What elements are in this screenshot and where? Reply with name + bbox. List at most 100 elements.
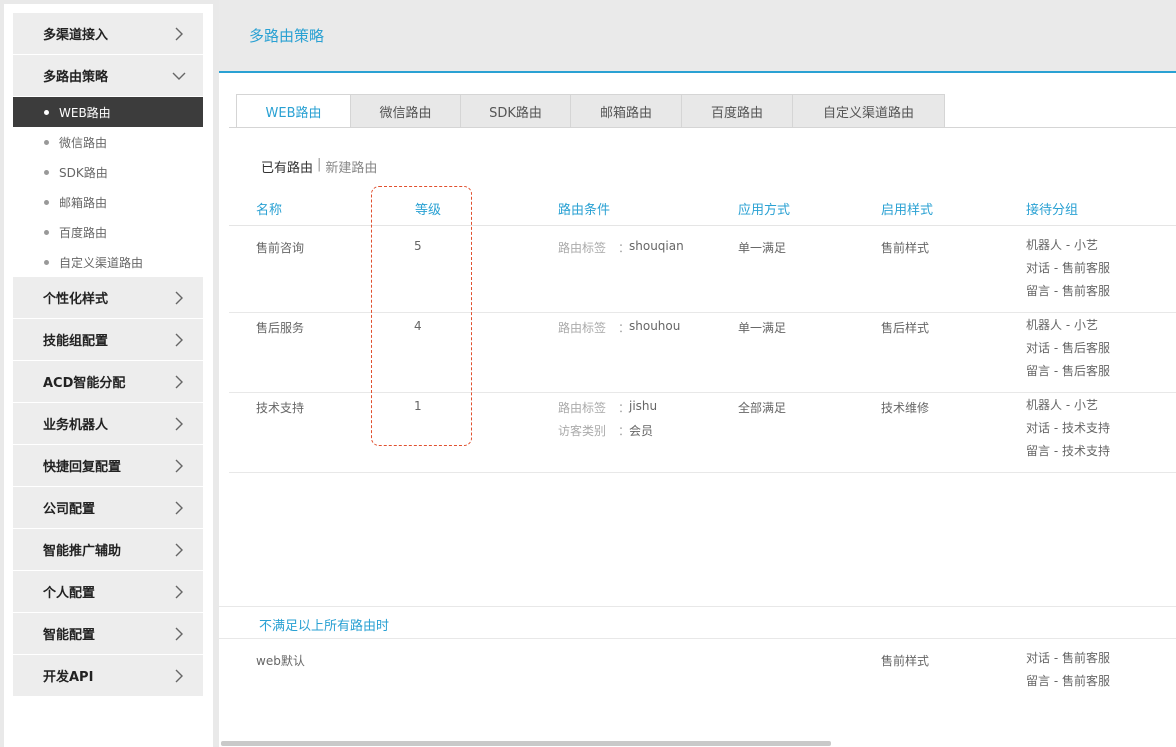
subnav-separator: | xyxy=(317,157,322,172)
group-entry: 留言 - 售后客服 xyxy=(1026,364,1110,378)
route-style: 售前样式 xyxy=(881,654,930,668)
sidebar-item-custom-route[interactable]: 自定义渠道路由 xyxy=(13,247,203,277)
sidebar-group-smart[interactable]: 智能配置 xyxy=(13,613,203,655)
subnav-existing-routes[interactable]: 已有路由 xyxy=(261,157,313,176)
group-entry: 机器人 - 小艺 xyxy=(1026,318,1098,332)
route-subnav: 已有路由 | 新建路由 xyxy=(261,157,377,176)
bullet-icon xyxy=(44,259,49,265)
chevron-right-icon xyxy=(175,375,183,389)
tabs-divider xyxy=(229,127,1176,128)
chevron-down-icon xyxy=(172,72,186,80)
fallback-title: 不满足以上所有路由时 xyxy=(259,619,390,634)
fallback-row[interactable]: web默认 售前样式 对话 - 售前客服 留言 - 售前客服 xyxy=(229,640,1176,720)
route-apply-mode: 全部满足 xyxy=(738,401,787,415)
sidebar-group-skill[interactable]: 技能组配置 xyxy=(13,319,203,361)
sidebar-item-sdk-route[interactable]: SDK路由 xyxy=(13,157,203,187)
sidebar-group-label: 智能推广辅助 xyxy=(43,544,122,559)
sidebar-group-label: 技能组配置 xyxy=(43,334,109,349)
tab-label: WEB路由 xyxy=(265,105,322,121)
sidebar-group-style[interactable]: 个性化样式 xyxy=(13,277,203,319)
tab-email-route[interactable]: 邮箱路由 xyxy=(570,94,682,128)
sidebar-group-label: 多渠道接入 xyxy=(43,28,109,43)
horizontal-scrollbar[interactable] xyxy=(221,741,831,746)
route-style: 售前样式 xyxy=(881,241,930,255)
chevron-right-icon xyxy=(175,333,183,347)
route-groups: 机器人 - 小艺 对话 - 售前客服 留言 - 售前客服 xyxy=(1026,234,1110,303)
group-entry: 留言 - 售前客服 xyxy=(1026,674,1110,688)
column-header-apply: 应用方式 xyxy=(738,203,791,218)
chevron-right-icon xyxy=(175,501,183,515)
tab-wechat-route[interactable]: 微信路由 xyxy=(350,94,461,128)
sidebar-group-api[interactable]: 开发API xyxy=(13,655,203,697)
sidebar-group-label: 多路由策略 xyxy=(43,70,109,85)
sidebar-item-label: 百度路由 xyxy=(59,225,108,240)
sidebar-item-email-route[interactable]: 邮箱路由 xyxy=(13,187,203,217)
sidebar-item-wechat-route[interactable]: 微信路由 xyxy=(13,127,203,157)
group-entry: 机器人 - 小艺 xyxy=(1026,398,1098,412)
group-entry: 留言 - 售前客服 xyxy=(1026,284,1110,298)
chevron-right-icon xyxy=(175,543,183,557)
sidebar-group-company[interactable]: 公司配置 xyxy=(13,487,203,529)
sidebar-item-web-route[interactable]: WEB路由 xyxy=(13,97,203,127)
sidebar-item-label: WEB路由 xyxy=(59,105,111,120)
column-header-condition: 路由条件 xyxy=(558,203,611,218)
sidebar-group-routing[interactable]: 多路由策略 xyxy=(13,55,203,97)
route-apply-mode: 单一满足 xyxy=(738,241,787,255)
sidebar-group-label: ACD智能分配 xyxy=(43,376,126,391)
route-tabs: WEB路由 微信路由 SDK路由 邮箱路由 百度路由 自定义渠道路由 xyxy=(236,94,945,128)
bullet-icon xyxy=(44,109,49,115)
sidebar-item-baidu-route[interactable]: 百度路由 xyxy=(13,217,203,247)
sidebar-group-robot[interactable]: 业务机器人 xyxy=(13,403,203,445)
sidebar-item-label: 微信路由 xyxy=(59,135,108,150)
tab-label: 邮箱路由 xyxy=(599,105,652,121)
tab-label: SDK路由 xyxy=(489,105,542,121)
tab-custom-route[interactable]: 自定义渠道路由 xyxy=(792,94,945,128)
condition-key: 路由标签 xyxy=(558,401,607,415)
main-panel: 多路由策略 WEB路由 微信路由 SDK路由 邮箱路由 百度路由 自定义渠道路由… xyxy=(219,0,1176,747)
chevron-right-icon xyxy=(175,669,183,683)
fallback-section-header: 不满足以上所有路由时 xyxy=(219,606,1176,639)
bullet-icon xyxy=(44,139,49,145)
group-entry: 对话 - 技术支持 xyxy=(1026,421,1110,435)
sidebar-group-personal[interactable]: 个人配置 xyxy=(13,571,203,613)
sidebar-sublist: WEB路由 微信路由 SDK路由 邮箱路由 百度路由 自定义渠道路由 xyxy=(13,97,203,277)
sidebar-group-quick-reply[interactable]: 快捷回复配置 xyxy=(13,445,203,487)
sidebar-group-label: 快捷回复配置 xyxy=(43,460,122,475)
group-entry: 对话 - 售后客服 xyxy=(1026,341,1110,355)
sidebar-group-label: 个人配置 xyxy=(43,586,96,601)
sidebar-group-label: 公司配置 xyxy=(43,502,96,517)
condition-value: shouhou xyxy=(629,319,681,333)
chevron-right-icon xyxy=(175,459,183,473)
route-name: 售后服务 xyxy=(256,321,305,335)
tab-label: 百度路由 xyxy=(710,105,763,121)
sidebar: 多渠道接入 多路由策略 WEB路由 微信路由 SDK路由 邮箱路由 百度路由 自… xyxy=(4,4,213,747)
route-name: 技术支持 xyxy=(256,401,305,415)
sidebar-group-label: 智能配置 xyxy=(43,628,96,643)
condition-key: 访客类别 xyxy=(558,424,607,438)
chevron-right-icon xyxy=(175,291,183,305)
sidebar-group-label: 开发API xyxy=(43,670,94,685)
tab-baidu-route[interactable]: 百度路由 xyxy=(681,94,793,128)
group-entry: 机器人 - 小艺 xyxy=(1026,238,1098,252)
chevron-right-icon xyxy=(175,27,183,41)
chevron-right-icon xyxy=(175,585,183,599)
sidebar-group-multichannel[interactable]: 多渠道接入 xyxy=(13,13,203,55)
group-entry: 对话 - 售前客服 xyxy=(1026,261,1110,275)
tab-web-route[interactable]: WEB路由 xyxy=(236,94,351,128)
bullet-icon xyxy=(44,169,49,175)
sidebar-group-label: 业务机器人 xyxy=(43,418,109,433)
sidebar-item-label: 邮箱路由 xyxy=(59,195,108,210)
bullet-icon xyxy=(44,199,49,205)
bullet-icon xyxy=(44,229,49,235)
route-style: 技术维修 xyxy=(881,401,930,415)
condition-value: jishu xyxy=(629,399,658,413)
sidebar-group-promotion[interactable]: 智能推广辅助 xyxy=(13,529,203,571)
condition-key: 路由标签 xyxy=(558,241,607,255)
group-entry: 留言 - 技术支持 xyxy=(1026,444,1110,458)
column-header-group: 接待分组 xyxy=(1026,203,1079,218)
tab-sdk-route[interactable]: SDK路由 xyxy=(460,94,571,128)
subnav-create-route[interactable]: 新建路由 xyxy=(325,157,377,176)
tab-label: 微信路由 xyxy=(379,105,432,121)
sidebar-group-acd[interactable]: ACD智能分配 xyxy=(13,361,203,403)
condition-value: shouqian xyxy=(629,239,684,253)
